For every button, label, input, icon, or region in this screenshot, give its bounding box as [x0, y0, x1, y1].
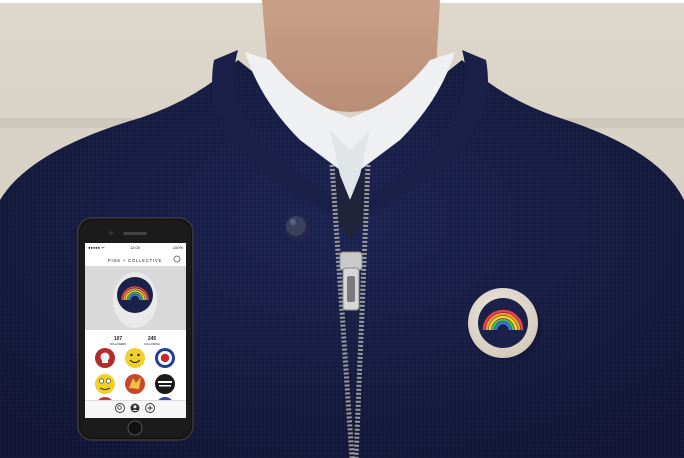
roundel-pin-icon: [160, 353, 170, 363]
followers-count[interactable]: 107: [114, 336, 123, 342]
status-battery: 100%: [173, 245, 184, 250]
following-count[interactable]: 245: [148, 336, 157, 342]
pin-face[interactable]: [95, 374, 115, 394]
pin-roundel[interactable]: [155, 348, 175, 368]
pin-smiley[interactable]: [125, 348, 145, 368]
pin-skull[interactable]: [95, 348, 115, 368]
profile-icon[interactable]: [130, 403, 140, 413]
photo-scene: ●●●●● ᯤ 12:00 100% PINS + COLLECTIVE 107…: [0, 0, 684, 458]
pin-text[interactable]: [155, 374, 175, 394]
app-title: PINS + COLLECTIVE: [108, 258, 162, 263]
following-label: FOLLOWING: [144, 342, 160, 346]
snap-button: [285, 215, 311, 241]
text-pin-icon: [158, 381, 172, 383]
phone-speaker: [123, 232, 147, 235]
phone: ●●●●● ᯤ 12:00 100% PINS + COLLECTIVE 107…: [77, 217, 194, 441]
pin-bird[interactable]: [125, 374, 145, 394]
status-time: 12:00: [130, 245, 141, 250]
status-signal: ●●●●● ᯤ: [88, 245, 105, 250]
phone-home-button[interactable]: [127, 420, 143, 436]
followers-label: FOLLOWERS: [110, 342, 127, 346]
